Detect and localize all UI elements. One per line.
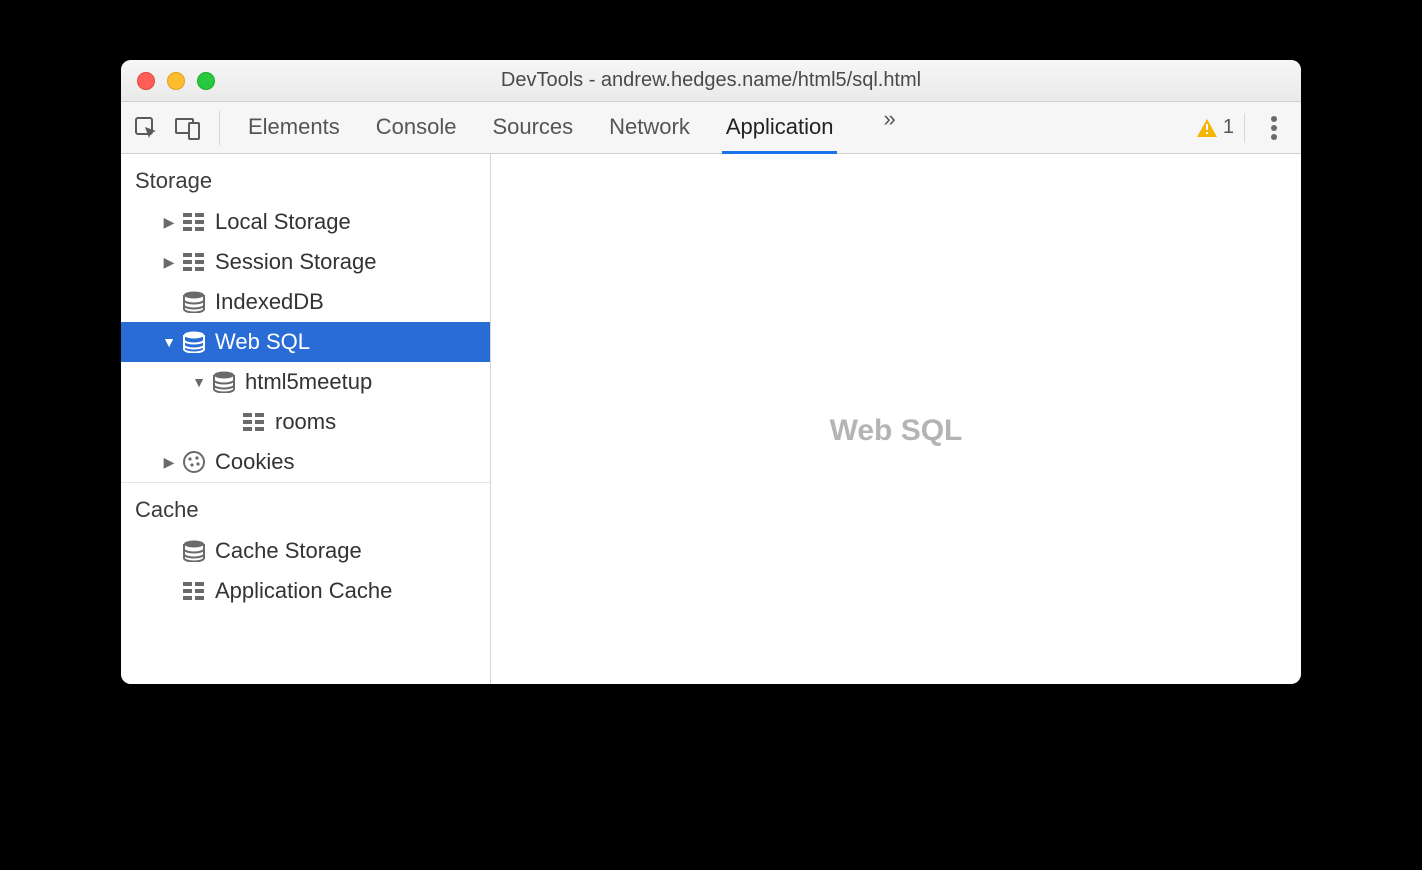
chevron-right-icon: ▶ — [161, 454, 177, 471]
sidebar-item-local-storage[interactable]: ▶ Local Storage — [121, 202, 490, 242]
titlebar: DevTools - andrew.hedges.name/html5/sql.… — [121, 60, 1301, 102]
sidebar-item-label: IndexedDB — [215, 289, 324, 315]
devtools-tabs: Elements Console Sources Network Applica… — [248, 106, 1175, 150]
kebab-icon — [1271, 125, 1277, 131]
toolbar-left-group — [133, 111, 220, 145]
chevron-right-icon: ▶ — [161, 214, 177, 231]
sidebar-item-web-sql[interactable]: ▼ Web SQL — [121, 322, 490, 362]
application-sidebar: Storage ▶ Local Storage ▶ Session Storag… — [121, 154, 491, 684]
devtools-toolbar: Elements Console Sources Network Applica… — [121, 102, 1301, 154]
section-header-storage: Storage — [121, 154, 490, 202]
warning-count: 1 — [1223, 116, 1234, 139]
tab-console[interactable]: Console — [376, 106, 457, 150]
tab-sources[interactable]: Sources — [492, 106, 573, 150]
database-icon — [181, 291, 207, 313]
main-pane: Web SQL — [491, 154, 1301, 684]
chevron-down-icon: ▼ — [161, 334, 177, 350]
sidebar-item-indexeddb[interactable]: ▶ IndexedDB — [121, 282, 490, 322]
devtools-body: Storage ▶ Local Storage ▶ Session Storag… — [121, 154, 1301, 684]
toolbar-right-group: 1 — [1175, 113, 1289, 143]
window-title: DevTools - andrew.hedges.name/html5/sql.… — [121, 69, 1301, 92]
device-toggle-icon[interactable] — [175, 115, 201, 141]
table-icon — [181, 251, 207, 273]
devtools-window: DevTools - andrew.hedges.name/html5/sql.… — [121, 60, 1301, 684]
minimize-window-button[interactable] — [167, 72, 185, 90]
section-header-cache: Cache — [121, 482, 490, 531]
chevron-down-icon: ▼ — [191, 374, 207, 390]
tab-elements[interactable]: Elements — [248, 106, 340, 150]
database-icon — [181, 331, 207, 353]
sidebar-item-cache-storage[interactable]: ▶ Cache Storage — [121, 531, 490, 571]
tab-application[interactable]: Application — [726, 106, 834, 150]
table-icon — [241, 411, 267, 433]
sidebar-item-label: Cache Storage — [215, 538, 362, 564]
sidebar-item-label: Application Cache — [215, 578, 392, 604]
window-controls — [121, 72, 215, 90]
sidebar-item-label: rooms — [275, 409, 336, 435]
sidebar-item-cookies[interactable]: ▶ Cookies — [121, 442, 490, 482]
settings-menu-button[interactable] — [1259, 125, 1289, 131]
tabs-overflow-icon[interactable]: » — [869, 106, 909, 150]
database-icon — [211, 371, 237, 393]
tab-network[interactable]: Network — [609, 106, 690, 150]
sidebar-item-label: Session Storage — [215, 249, 376, 275]
main-placeholder: Web SQL — [830, 414, 963, 448]
inspect-element-icon[interactable] — [133, 115, 159, 141]
cookie-icon — [181, 451, 207, 473]
zoom-window-button[interactable] — [197, 72, 215, 90]
sidebar-item-label: html5meetup — [245, 369, 372, 395]
sidebar-item-label: Web SQL — [215, 329, 310, 355]
sidebar-item-html5meetup[interactable]: ▼ html5meetup — [121, 362, 490, 402]
sidebar-item-session-storage[interactable]: ▶ Session Storage — [121, 242, 490, 282]
table-icon — [181, 211, 207, 233]
database-icon — [181, 540, 207, 562]
warning-icon — [1197, 119, 1217, 137]
chevron-right-icon: ▶ — [161, 254, 177, 271]
sidebar-item-label: Cookies — [215, 449, 294, 475]
warnings-indicator[interactable]: 1 — [1187, 113, 1245, 143]
close-window-button[interactable] — [137, 72, 155, 90]
sidebar-item-rooms[interactable]: ▶ rooms — [121, 402, 490, 442]
table-icon — [181, 580, 207, 602]
sidebar-item-application-cache[interactable]: ▶ Application Cache — [121, 571, 490, 611]
sidebar-item-label: Local Storage — [215, 209, 351, 235]
